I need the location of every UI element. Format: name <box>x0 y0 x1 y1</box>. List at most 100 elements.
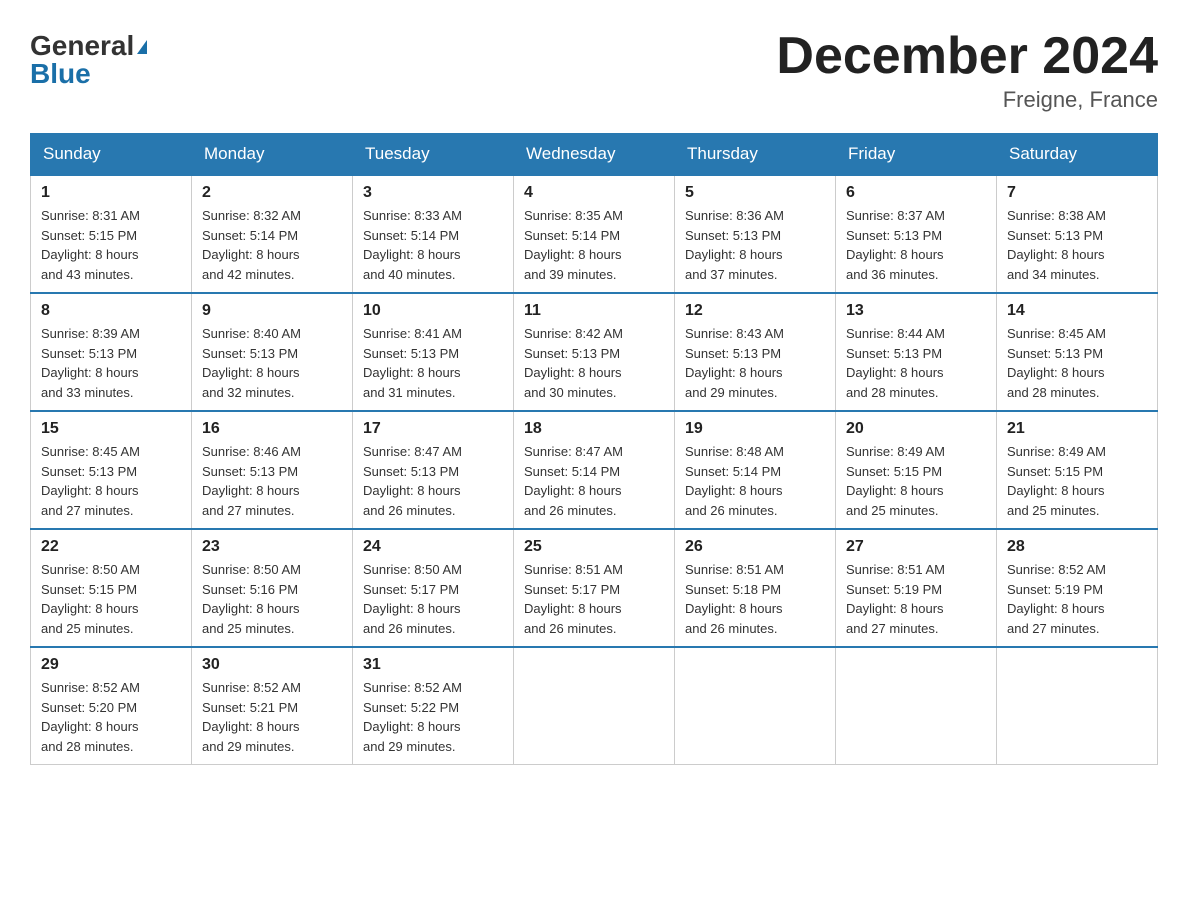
calendar-header-row: Sunday Monday Tuesday Wednesday Thursday… <box>31 134 1158 176</box>
week-row-2: 8 Sunrise: 8:39 AM Sunset: 5:13 PM Dayli… <box>31 293 1158 411</box>
col-wednesday: Wednesday <box>514 134 675 176</box>
table-cell: 9 Sunrise: 8:40 AM Sunset: 5:13 PM Dayli… <box>192 293 353 411</box>
day-number: 19 <box>685 420 825 438</box>
day-info: Sunrise: 8:32 AM Sunset: 5:14 PM Dayligh… <box>202 206 342 284</box>
day-number: 17 <box>363 420 503 438</box>
week-row-4: 22 Sunrise: 8:50 AM Sunset: 5:15 PM Dayl… <box>31 529 1158 647</box>
table-cell: 7 Sunrise: 8:38 AM Sunset: 5:13 PM Dayli… <box>997 175 1158 293</box>
calendar-table: Sunday Monday Tuesday Wednesday Thursday… <box>30 133 1158 765</box>
day-number: 28 <box>1007 538 1147 556</box>
day-info: Sunrise: 8:40 AM Sunset: 5:13 PM Dayligh… <box>202 324 342 402</box>
day-number: 26 <box>685 538 825 556</box>
day-info: Sunrise: 8:33 AM Sunset: 5:14 PM Dayligh… <box>363 206 503 284</box>
table-cell: 18 Sunrise: 8:47 AM Sunset: 5:14 PM Dayl… <box>514 411 675 529</box>
table-cell: 14 Sunrise: 8:45 AM Sunset: 5:13 PM Dayl… <box>997 293 1158 411</box>
day-info: Sunrise: 8:49 AM Sunset: 5:15 PM Dayligh… <box>1007 442 1147 520</box>
day-info: Sunrise: 8:44 AM Sunset: 5:13 PM Dayligh… <box>846 324 986 402</box>
table-cell: 27 Sunrise: 8:51 AM Sunset: 5:19 PM Dayl… <box>836 529 997 647</box>
day-info: Sunrise: 8:49 AM Sunset: 5:15 PM Dayligh… <box>846 442 986 520</box>
day-number: 23 <box>202 538 342 556</box>
table-cell: 2 Sunrise: 8:32 AM Sunset: 5:14 PM Dayli… <box>192 175 353 293</box>
col-monday: Monday <box>192 134 353 176</box>
table-cell: 10 Sunrise: 8:41 AM Sunset: 5:13 PM Dayl… <box>353 293 514 411</box>
day-info: Sunrise: 8:50 AM Sunset: 5:15 PM Dayligh… <box>41 560 181 638</box>
month-year-title: December 2024 <box>776 30 1158 82</box>
col-sunday: Sunday <box>31 134 192 176</box>
week-row-1: 1 Sunrise: 8:31 AM Sunset: 5:15 PM Dayli… <box>31 175 1158 293</box>
table-cell: 29 Sunrise: 8:52 AM Sunset: 5:20 PM Dayl… <box>31 647 192 765</box>
day-info: Sunrise: 8:36 AM Sunset: 5:13 PM Dayligh… <box>685 206 825 284</box>
day-info: Sunrise: 8:51 AM Sunset: 5:17 PM Dayligh… <box>524 560 664 638</box>
table-cell: 24 Sunrise: 8:50 AM Sunset: 5:17 PM Dayl… <box>353 529 514 647</box>
day-info: Sunrise: 8:52 AM Sunset: 5:21 PM Dayligh… <box>202 678 342 756</box>
col-thursday: Thursday <box>675 134 836 176</box>
day-number: 9 <box>202 302 342 320</box>
day-number: 14 <box>1007 302 1147 320</box>
table-cell: 17 Sunrise: 8:47 AM Sunset: 5:13 PM Dayl… <box>353 411 514 529</box>
day-number: 11 <box>524 302 664 320</box>
location-subtitle: Freigne, France <box>776 87 1158 113</box>
table-cell: 28 Sunrise: 8:52 AM Sunset: 5:19 PM Dayl… <box>997 529 1158 647</box>
table-cell: 25 Sunrise: 8:51 AM Sunset: 5:17 PM Dayl… <box>514 529 675 647</box>
table-cell: 16 Sunrise: 8:46 AM Sunset: 5:13 PM Dayl… <box>192 411 353 529</box>
day-info: Sunrise: 8:47 AM Sunset: 5:14 PM Dayligh… <box>524 442 664 520</box>
day-number: 8 <box>41 302 181 320</box>
day-info: Sunrise: 8:52 AM Sunset: 5:22 PM Dayligh… <box>363 678 503 756</box>
day-info: Sunrise: 8:45 AM Sunset: 5:13 PM Dayligh… <box>1007 324 1147 402</box>
day-number: 5 <box>685 184 825 202</box>
day-number: 20 <box>846 420 986 438</box>
col-tuesday: Tuesday <box>353 134 514 176</box>
day-number: 27 <box>846 538 986 556</box>
day-info: Sunrise: 8:51 AM Sunset: 5:18 PM Dayligh… <box>685 560 825 638</box>
table-cell <box>514 647 675 765</box>
day-info: Sunrise: 8:50 AM Sunset: 5:17 PM Dayligh… <box>363 560 503 638</box>
table-cell: 3 Sunrise: 8:33 AM Sunset: 5:14 PM Dayli… <box>353 175 514 293</box>
table-cell: 12 Sunrise: 8:43 AM Sunset: 5:13 PM Dayl… <box>675 293 836 411</box>
day-info: Sunrise: 8:39 AM Sunset: 5:13 PM Dayligh… <box>41 324 181 402</box>
day-info: Sunrise: 8:38 AM Sunset: 5:13 PM Dayligh… <box>1007 206 1147 284</box>
day-info: Sunrise: 8:45 AM Sunset: 5:13 PM Dayligh… <box>41 442 181 520</box>
day-number: 12 <box>685 302 825 320</box>
table-cell <box>675 647 836 765</box>
table-cell <box>836 647 997 765</box>
day-info: Sunrise: 8:35 AM Sunset: 5:14 PM Dayligh… <box>524 206 664 284</box>
day-number: 15 <box>41 420 181 438</box>
table-cell: 15 Sunrise: 8:45 AM Sunset: 5:13 PM Dayl… <box>31 411 192 529</box>
day-number: 25 <box>524 538 664 556</box>
table-cell: 23 Sunrise: 8:50 AM Sunset: 5:16 PM Dayl… <box>192 529 353 647</box>
table-cell: 31 Sunrise: 8:52 AM Sunset: 5:22 PM Dayl… <box>353 647 514 765</box>
day-number: 22 <box>41 538 181 556</box>
col-friday: Friday <box>836 134 997 176</box>
day-info: Sunrise: 8:41 AM Sunset: 5:13 PM Dayligh… <box>363 324 503 402</box>
table-cell: 13 Sunrise: 8:44 AM Sunset: 5:13 PM Dayl… <box>836 293 997 411</box>
week-row-3: 15 Sunrise: 8:45 AM Sunset: 5:13 PM Dayl… <box>31 411 1158 529</box>
day-info: Sunrise: 8:52 AM Sunset: 5:19 PM Dayligh… <box>1007 560 1147 638</box>
day-number: 24 <box>363 538 503 556</box>
table-cell: 26 Sunrise: 8:51 AM Sunset: 5:18 PM Dayl… <box>675 529 836 647</box>
table-cell: 19 Sunrise: 8:48 AM Sunset: 5:14 PM Dayl… <box>675 411 836 529</box>
col-saturday: Saturday <box>997 134 1158 176</box>
day-info: Sunrise: 8:46 AM Sunset: 5:13 PM Dayligh… <box>202 442 342 520</box>
table-cell: 11 Sunrise: 8:42 AM Sunset: 5:13 PM Dayl… <box>514 293 675 411</box>
table-cell: 5 Sunrise: 8:36 AM Sunset: 5:13 PM Dayli… <box>675 175 836 293</box>
day-number: 21 <box>1007 420 1147 438</box>
table-cell: 22 Sunrise: 8:50 AM Sunset: 5:15 PM Dayl… <box>31 529 192 647</box>
day-info: Sunrise: 8:47 AM Sunset: 5:13 PM Dayligh… <box>363 442 503 520</box>
day-number: 1 <box>41 184 181 202</box>
day-number: 2 <box>202 184 342 202</box>
day-number: 7 <box>1007 184 1147 202</box>
table-cell: 4 Sunrise: 8:35 AM Sunset: 5:14 PM Dayli… <box>514 175 675 293</box>
title-section: December 2024 Freigne, France <box>776 30 1158 113</box>
day-number: 13 <box>846 302 986 320</box>
day-number: 31 <box>363 656 503 674</box>
day-info: Sunrise: 8:51 AM Sunset: 5:19 PM Dayligh… <box>846 560 986 638</box>
week-row-5: 29 Sunrise: 8:52 AM Sunset: 5:20 PM Dayl… <box>31 647 1158 765</box>
table-cell: 6 Sunrise: 8:37 AM Sunset: 5:13 PM Dayli… <box>836 175 997 293</box>
day-info: Sunrise: 8:37 AM Sunset: 5:13 PM Dayligh… <box>846 206 986 284</box>
table-cell <box>997 647 1158 765</box>
day-number: 29 <box>41 656 181 674</box>
day-info: Sunrise: 8:50 AM Sunset: 5:16 PM Dayligh… <box>202 560 342 638</box>
day-number: 6 <box>846 184 986 202</box>
logo-blue: Blue <box>30 58 91 90</box>
day-info: Sunrise: 8:52 AM Sunset: 5:20 PM Dayligh… <box>41 678 181 756</box>
